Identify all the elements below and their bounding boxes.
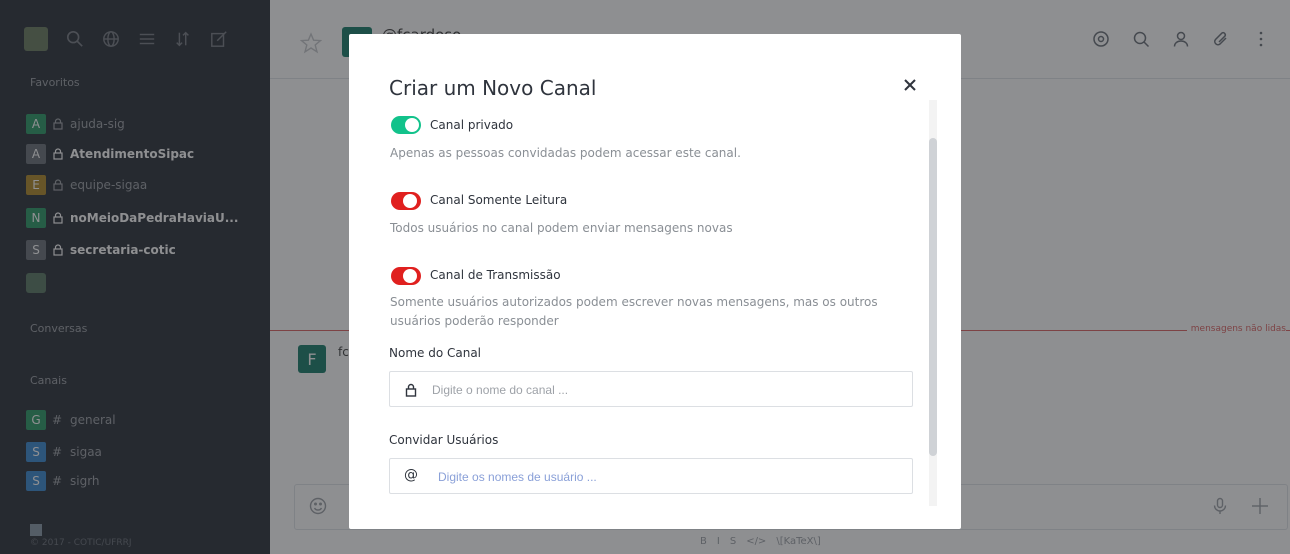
private-channel-toggle[interactable] <box>391 116 421 134</box>
lock-icon <box>404 382 418 397</box>
toggle-knob <box>405 118 419 132</box>
close-icon[interactable] <box>901 76 919 94</box>
private-channel-description: Apenas as pessoas convidadas podem acess… <box>390 146 741 160</box>
read-only-description: Todos usuários no canal podem enviar men… <box>390 221 733 235</box>
create-channel-modal: Criar um Novo Canal Canal privado Apenas… <box>349 34 961 529</box>
read-only-toggle[interactable] <box>391 192 421 210</box>
toggle-knob <box>403 194 417 208</box>
modal-scrollbar-thumb[interactable] <box>929 138 937 456</box>
toggle-knob <box>403 269 417 283</box>
invite-users-input[interactable] <box>436 466 910 488</box>
modal-title: Criar um Novo Canal <box>389 76 597 100</box>
at-sign-icon: @ <box>404 467 418 483</box>
private-channel-label: Canal privado <box>430 118 514 132</box>
channel-name-field <box>389 371 913 407</box>
channel-name-label: Nome do Canal <box>389 346 482 360</box>
read-only-label: Canal Somente Leitura <box>430 193 568 207</box>
invite-users-field: @ <box>389 458 913 494</box>
broadcast-label: Canal de Transmissão <box>430 268 561 282</box>
broadcast-toggle[interactable] <box>391 267 421 285</box>
channel-name-input[interactable] <box>430 379 904 401</box>
broadcast-description: Somente usuários autorizados podem escre… <box>390 295 878 328</box>
invite-users-label: Convidar Usuários <box>389 433 499 447</box>
